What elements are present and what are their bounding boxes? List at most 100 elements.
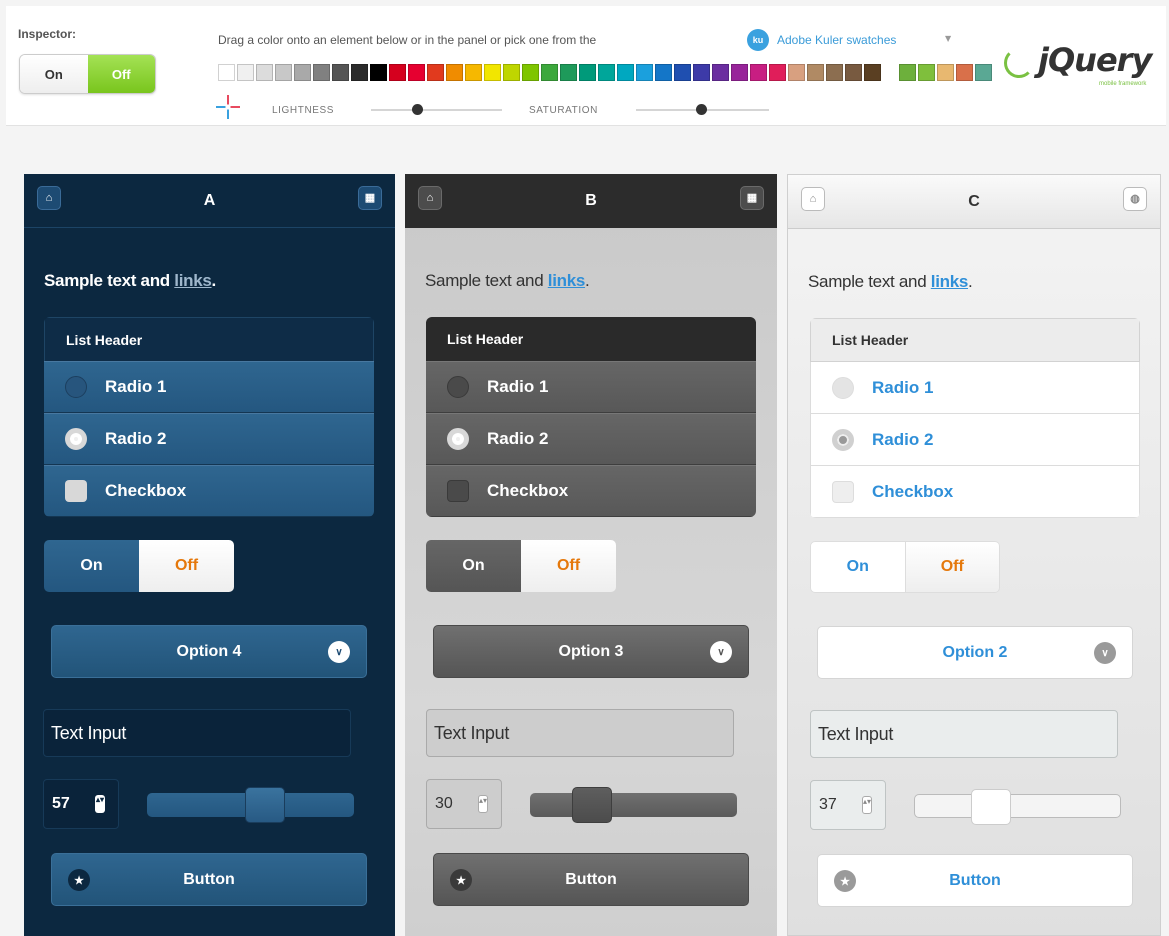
color-swatch[interactable] <box>313 64 330 81</box>
text-input[interactable]: Text Input <box>810 710 1118 758</box>
color-swatch[interactable] <box>408 64 425 81</box>
color-swatch[interactable] <box>332 64 349 81</box>
color-swatch[interactable] <box>218 64 235 81</box>
color-swatch[interactable] <box>275 64 292 81</box>
number-input[interactable]: 37 ▴▾ <box>810 780 886 830</box>
color-swatch[interactable] <box>503 64 520 81</box>
color-swatch[interactable] <box>655 64 672 81</box>
color-swatch[interactable] <box>522 64 539 81</box>
color-swatch[interactable] <box>788 64 805 81</box>
star-button[interactable]: ★ Button <box>433 853 749 906</box>
range-slider-track[interactable] <box>530 787 737 823</box>
color-swatch[interactable] <box>864 64 881 81</box>
swatch-panel-a[interactable]: ⌂ A ▦ Sample text and links. List Header… <box>24 174 395 936</box>
text-input[interactable]: Text Input <box>426 709 734 757</box>
star-button[interactable]: ★ Button <box>817 854 1133 907</box>
radio-empty-icon[interactable] <box>447 376 469 398</box>
flip-toggle[interactable]: On Off <box>426 540 616 592</box>
radio-2-item[interactable]: Radio 2 <box>810 414 1140 466</box>
color-swatch[interactable] <box>769 64 786 81</box>
grid-icon[interactable]: ▦ <box>740 186 764 210</box>
sample-link[interactable]: links <box>174 271 212 290</box>
home-icon[interactable]: ⌂ <box>418 186 442 210</box>
color-swatch[interactable] <box>237 64 254 81</box>
option-select[interactable]: Option 3 ∨ <box>433 625 749 678</box>
toggle-off-option[interactable]: Off <box>521 540 616 592</box>
spinner-icon[interactable]: ▴▾ <box>95 795 105 813</box>
home-icon[interactable]: ⌂ <box>37 186 61 210</box>
flip-toggle[interactable]: On Off <box>810 541 1000 593</box>
color-swatch[interactable] <box>845 64 862 81</box>
color-swatch[interactable] <box>256 64 273 81</box>
lightness-slider-track[interactable] <box>371 109 502 111</box>
checkbox-item[interactable]: Checkbox <box>810 466 1140 518</box>
option-select[interactable]: Option 2 ∨ <box>817 626 1133 679</box>
radio-2-item[interactable]: Radio 2 <box>44 413 374 465</box>
option-select[interactable]: Option 4 ∨ <box>51 625 367 678</box>
color-swatch[interactable] <box>617 64 634 81</box>
inspector-on-option[interactable]: On <box>20 55 88 93</box>
swatch-panel-b[interactable]: ⌂ B ▦ Sample text and links. List Header… <box>405 174 777 936</box>
radio-checked-icon[interactable] <box>65 428 87 450</box>
color-swatch[interactable] <box>731 64 748 81</box>
range-slider-handle[interactable] <box>244 787 285 823</box>
color-swatch[interactable] <box>712 64 729 81</box>
color-swatch[interactable] <box>826 64 843 81</box>
inspector-off-option[interactable]: Off <box>87 55 155 93</box>
flip-toggle[interactable]: On Off <box>44 540 234 592</box>
star-button[interactable]: ★ Button <box>51 853 367 906</box>
toggle-on-option[interactable]: On <box>810 541 906 593</box>
radio-1-item[interactable]: Radio 1 <box>426 361 756 413</box>
color-swatch[interactable] <box>899 64 916 81</box>
color-swatch[interactable] <box>427 64 444 81</box>
toggle-off-option[interactable]: Off <box>905 541 1000 593</box>
radio-2-item[interactable]: Radio 2 <box>426 413 756 465</box>
text-input[interactable]: Text Input <box>43 709 351 757</box>
checkbox-item[interactable]: Checkbox <box>44 465 374 517</box>
radio-empty-icon[interactable] <box>65 376 87 398</box>
color-swatch[interactable] <box>674 64 691 81</box>
color-swatch[interactable] <box>294 64 311 81</box>
swatch-panel-c[interactable]: ⌂ C ◍ Sample text and links. List Header… <box>787 174 1161 936</box>
range-slider-handle[interactable] <box>970 789 1011 825</box>
radio-1-item[interactable]: Radio 1 <box>44 361 374 413</box>
color-swatch[interactable] <box>465 64 482 81</box>
toggle-off-option[interactable]: Off <box>139 540 234 592</box>
color-swatch[interactable] <box>918 64 935 81</box>
color-swatch[interactable] <box>636 64 653 81</box>
color-swatch[interactable] <box>807 64 824 81</box>
number-input[interactable]: 30 ▴▾ <box>426 779 502 829</box>
kuler-swatches-link[interactable]: Adobe Kuler swatches <box>777 33 896 47</box>
grid-icon[interactable]: ▦ <box>358 186 382 210</box>
radio-checked-icon[interactable] <box>832 428 854 451</box>
range-slider-track[interactable] <box>914 789 1121 825</box>
checkbox-icon[interactable] <box>832 480 854 503</box>
spinner-icon[interactable]: ▴▾ <box>862 796 872 814</box>
radio-1-item[interactable]: Radio 1 <box>810 362 1140 414</box>
color-swatch[interactable] <box>956 64 973 81</box>
sample-link[interactable]: links <box>931 272 969 291</box>
lightness-slider-handle[interactable] <box>411 104 423 115</box>
kuler-dropdown-caret-icon[interactable]: ▼ <box>945 34 951 43</box>
color-swatch[interactable] <box>446 64 463 81</box>
color-swatch[interactable] <box>484 64 501 81</box>
number-input[interactable]: 57 ▴▾ <box>43 779 119 829</box>
color-swatch[interactable] <box>693 64 710 81</box>
color-swatch[interactable] <box>351 64 368 81</box>
color-swatch[interactable] <box>750 64 767 81</box>
range-slider-track[interactable] <box>147 787 354 823</box>
color-swatch[interactable] <box>541 64 558 81</box>
inspector-toggle[interactable]: On Off <box>19 54 156 94</box>
color-swatch[interactable] <box>937 64 954 81</box>
color-swatch[interactable] <box>370 64 387 81</box>
home-icon[interactable]: ⌂ <box>801 187 825 211</box>
color-swatch[interactable] <box>975 64 992 81</box>
color-swatch[interactable] <box>560 64 577 81</box>
spinner-icon[interactable]: ▴▾ <box>478 795 488 813</box>
color-swatch[interactable] <box>389 64 406 81</box>
color-swatch[interactable] <box>579 64 596 81</box>
globe-icon[interactable]: ◍ <box>1123 187 1147 211</box>
range-slider-handle[interactable] <box>572 787 613 823</box>
radio-checked-icon[interactable] <box>447 428 469 450</box>
sample-link[interactable]: links <box>548 271 586 290</box>
